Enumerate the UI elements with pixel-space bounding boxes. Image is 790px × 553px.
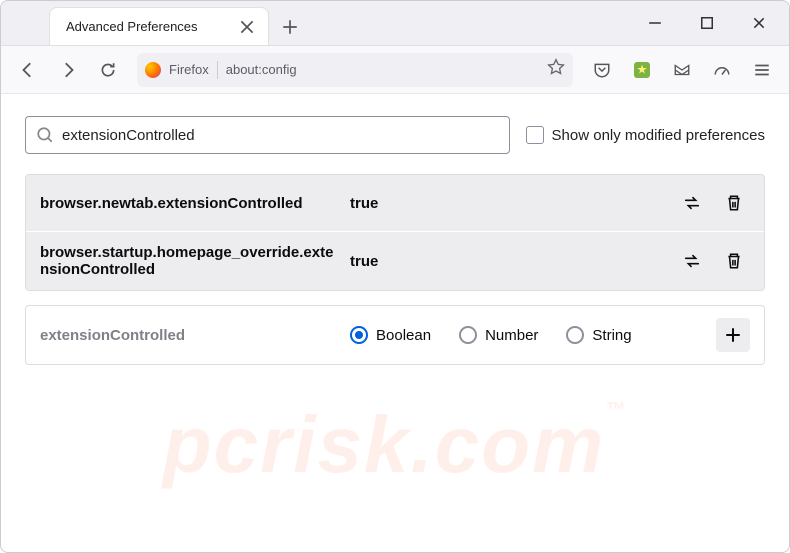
show-modified-checkbox[interactable]	[526, 126, 544, 144]
address-url: about:config	[226, 62, 539, 77]
extension-icon[interactable]	[625, 53, 659, 87]
content-area: Show only modified preferences browser.n…	[1, 94, 789, 387]
toggle-button[interactable]	[676, 245, 708, 277]
radio-label: Number	[485, 327, 538, 344]
back-button[interactable]	[11, 53, 45, 87]
new-tab-button[interactable]	[275, 9, 305, 45]
search-input[interactable]	[62, 127, 499, 144]
bookmark-star-icon[interactable]	[547, 58, 565, 81]
forward-button[interactable]	[51, 53, 85, 87]
pref-name: browser.startup.homepage_override.extens…	[40, 244, 340, 278]
add-preference-row: extensionControlled Boolean Number Strin…	[25, 305, 765, 365]
delete-button[interactable]	[718, 245, 750, 277]
meter-icon[interactable]	[705, 53, 739, 87]
toolbar: Firefox about:config	[1, 46, 789, 94]
radio-icon	[350, 326, 368, 344]
radio-icon	[459, 326, 477, 344]
window-controls	[633, 1, 789, 45]
maximize-button[interactable]	[685, 1, 729, 45]
reload-button[interactable]	[91, 53, 125, 87]
address-bar[interactable]: Firefox about:config	[137, 53, 573, 87]
radio-string[interactable]: String	[566, 326, 631, 344]
pref-value: true	[350, 253, 666, 270]
show-modified-checkbox-row[interactable]: Show only modified preferences	[526, 126, 765, 144]
firefox-logo-icon	[145, 62, 161, 78]
hamburger-menu-icon[interactable]	[745, 53, 779, 87]
new-pref-name: extensionControlled	[40, 327, 340, 344]
address-label: Firefox	[169, 62, 209, 77]
delete-button[interactable]	[718, 187, 750, 219]
pref-row: browser.startup.homepage_override.extens…	[26, 232, 764, 290]
preferences-table: browser.newtab.extensionControlled true …	[25, 174, 765, 291]
search-row: Show only modified preferences	[25, 116, 765, 154]
radio-icon	[566, 326, 584, 344]
close-tab-icon[interactable]	[238, 18, 256, 36]
type-radio-group: Boolean Number String	[350, 326, 706, 344]
divider	[217, 61, 218, 79]
browser-tab[interactable]: Advanced Preferences	[49, 7, 269, 45]
pref-name: browser.newtab.extensionControlled	[40, 195, 340, 212]
radio-boolean[interactable]: Boolean	[350, 326, 431, 344]
pocket-icon[interactable]	[585, 53, 619, 87]
radio-label: String	[592, 327, 631, 344]
inbox-icon[interactable]	[665, 53, 699, 87]
pref-row: browser.newtab.extensionControlled true	[26, 175, 764, 232]
tab-title: Advanced Preferences	[66, 19, 228, 34]
search-box[interactable]	[25, 116, 510, 154]
watermark: pcrisk.com™	[163, 399, 627, 492]
browser-window: Advanced Preferences Firefox about:confi…	[0, 0, 790, 553]
titlebar: Advanced Preferences	[1, 1, 789, 46]
close-window-button[interactable]	[737, 1, 781, 45]
search-icon	[36, 126, 54, 144]
show-modified-label: Show only modified preferences	[552, 127, 765, 144]
add-button[interactable]	[716, 318, 750, 352]
toggle-button[interactable]	[676, 187, 708, 219]
radio-number[interactable]: Number	[459, 326, 538, 344]
minimize-button[interactable]	[633, 1, 677, 45]
radio-label: Boolean	[376, 327, 431, 344]
pref-value: true	[350, 195, 666, 212]
